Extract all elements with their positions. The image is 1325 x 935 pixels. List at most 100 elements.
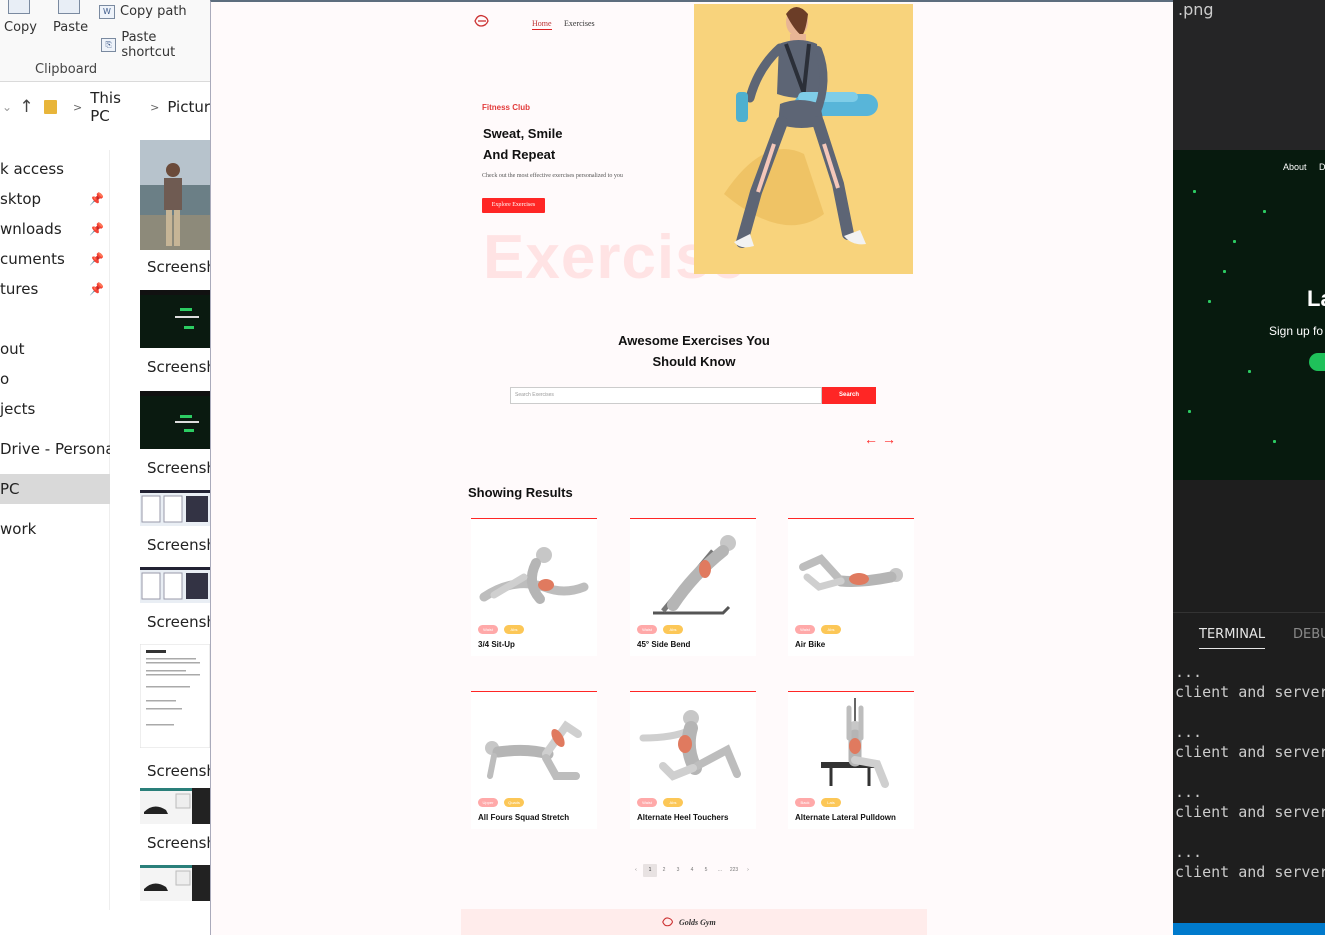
paste-icon[interactable]	[58, 0, 80, 14]
arrow-left-icon[interactable]: ←	[864, 431, 878, 447]
preview-nav-about: About	[1283, 162, 1307, 172]
screenshot-thumbnail-image	[140, 490, 210, 526]
target-tag[interactable]: Abs	[663, 625, 683, 634]
pagination: ‹ 1 2 3 4 5 ... 223 ›	[629, 864, 755, 877]
search-button[interactable]: Search	[822, 387, 876, 404]
exercise-name: Air Bike	[795, 640, 826, 649]
screenshot-thumbnail-image	[140, 290, 210, 348]
nav-item-onedrive[interactable]: Drive - Personal	[0, 434, 110, 464]
vscode-window: .png About D La Sign up fo TERMINAL DEBU…	[1173, 0, 1325, 935]
target-tag[interactable]: Lats	[821, 798, 841, 807]
nav-item-pictures[interactable]: tures 📌	[0, 274, 110, 304]
hero-description: Check out the most effective exercises p…	[482, 173, 623, 179]
copy-path-icon: W	[99, 4, 115, 19]
chevron-right-icon[interactable]: >	[150, 101, 159, 114]
paste-shortcut-button[interactable]: ⎘ Paste shortcut	[101, 30, 210, 60]
nav-item-this-pc[interactable]: PC	[0, 474, 110, 504]
breadcrumb-this-pc[interactable]: This PC	[90, 89, 142, 125]
pin-icon: 📌	[89, 282, 104, 296]
nav-exercises-link[interactable]: Exercises	[564, 19, 595, 28]
exercise-image	[799, 554, 903, 591]
pagination-prev[interactable]: ‹	[629, 864, 643, 877]
preview-heading: La	[1307, 286, 1325, 311]
copy-icon[interactable]	[8, 0, 30, 14]
target-tag[interactable]: Quads	[504, 798, 524, 807]
screenshot-thumbnail-image	[140, 391, 210, 449]
editor-tab[interactable]: .png	[1178, 0, 1214, 19]
tab-debug[interactable]: DEBU	[1293, 627, 1325, 642]
address-bar[interactable]: ⌄ ↑ > This PC > Pictur	[0, 89, 210, 125]
copy-button[interactable]: Copy	[4, 20, 37, 35]
chevron-down-icon[interactable]: ⌄	[2, 100, 15, 114]
pagination-page[interactable]: 4	[685, 864, 699, 877]
body-part-tag[interactable]: Waist	[478, 625, 498, 634]
nav-item-projects[interactable]: jects	[0, 394, 110, 424]
document-thumbnail-image	[140, 644, 210, 748]
nav-home-link[interactable]: Home	[532, 19, 552, 30]
body-part-tag[interactable]: Waist	[637, 798, 657, 807]
exercise-card[interactable]: Waist Abs Air Bike	[788, 518, 914, 656]
search-input[interactable]: Search Exercises	[510, 387, 822, 404]
nav-item-label: Drive - Personal	[0, 440, 110, 458]
body-part-tag[interactable]: Back	[795, 798, 815, 807]
preview-subtitle: Sign up fo	[1269, 324, 1324, 338]
arrow-right-icon[interactable]: →	[882, 431, 896, 447]
pagination-page[interactable]: 2	[657, 864, 671, 877]
paste-shortcut-icon: ⎘	[101, 38, 117, 52]
file-explorer-window: Copy Paste W Copy path ⎘ Paste shortcut …	[0, 0, 225, 935]
target-tag[interactable]: Abs	[663, 798, 683, 807]
chevron-right-icon[interactable]: >	[73, 101, 82, 114]
hero-title: Sweat, Smile And Repeat	[483, 123, 562, 165]
breadcrumb-pictures[interactable]: Pictur	[167, 98, 210, 116]
decor-dot	[1188, 410, 1191, 413]
up-arrow-icon[interactable]: ↑	[15, 97, 38, 117]
exercise-card[interactable]: Waist Abs Alternate Heel Touchers	[630, 691, 756, 829]
nav-item-documents[interactable]: cuments 📌	[0, 244, 110, 274]
nav-item-network[interactable]: work	[0, 514, 110, 544]
explore-exercises-button[interactable]: Explore Exercises	[482, 198, 545, 213]
results-title: Showing Results	[468, 485, 573, 500]
nav-item-o[interactable]: o	[0, 364, 110, 394]
tab-terminal[interactable]: TERMINAL	[1199, 627, 1266, 649]
nav-item-desktop[interactable]: sktop 📌	[0, 184, 110, 214]
pagination-page[interactable]: 3	[671, 864, 685, 877]
exercise-card[interactable]: Waist Abs 3/4 Sit-Up	[471, 518, 597, 656]
pagination-page[interactable]: 1	[643, 864, 657, 877]
exercise-card[interactable]: Waist Abs 45° Side Bend	[630, 518, 756, 656]
exercise-name: Alternate Heel Touchers	[637, 813, 729, 822]
paste-button[interactable]: Paste	[53, 20, 88, 35]
decor-dot	[1193, 190, 1196, 193]
nav-item-downloads[interactable]: wnloads 📌	[0, 214, 110, 244]
search-section-title: Awesome Exercises You Should Know	[461, 330, 927, 372]
screenshot-thumbnail-image	[140, 865, 210, 901]
exercise-card[interactable]: Upper Legs Quads All Fours Squad Stretch	[471, 691, 597, 829]
exercise-card[interactable]: Back Lats Alternate Lateral Pulldown	[788, 691, 914, 829]
nav-item-label: o	[0, 370, 10, 388]
target-tag[interactable]: Abs	[821, 625, 841, 634]
body-part-tag[interactable]: Waist	[795, 625, 815, 634]
ribbon: Copy Paste W Copy path ⎘ Paste shortcut …	[0, 0, 210, 82]
nav-item-quick-access[interactable]: k access	[0, 154, 110, 184]
footer: Golds Gym	[461, 909, 927, 935]
terminal-line: client and server	[1175, 743, 1325, 761]
gym-app: Home Exercises Fitness Club Sweat, Smile…	[461, 2, 927, 935]
exercise-name: 3/4 Sit-Up	[478, 640, 515, 649]
terminal-line: ...	[1175, 723, 1203, 741]
exercise-image	[485, 720, 582, 780]
hero-title-line2: And Repeat	[483, 147, 556, 162]
pagination-next[interactable]: ›	[741, 864, 755, 877]
target-tag[interactable]: Abs	[504, 625, 524, 634]
terminal-line: client and server	[1175, 863, 1325, 881]
browser-window: Home Exercises Fitness Club Sweat, Smile…	[210, 0, 1173, 935]
copy-path-button[interactable]: W Copy path	[99, 4, 187, 19]
nav-item-about[interactable]: out	[0, 334, 110, 364]
pin-icon: 📌	[89, 252, 104, 266]
body-part-tag[interactable]: Waist	[637, 625, 657, 634]
pagination-page[interactable]: 5	[699, 864, 713, 877]
dumbbell-logo-icon[interactable]	[473, 12, 491, 30]
body-part-tag[interactable]: Upper Legs	[478, 798, 498, 814]
pagination-page[interactable]: 223	[727, 864, 741, 877]
clipboard-group-label: Clipboard	[35, 62, 98, 77]
exercise-image	[821, 698, 889, 788]
woman-with-yoga-mat-illustration	[694, 4, 913, 274]
